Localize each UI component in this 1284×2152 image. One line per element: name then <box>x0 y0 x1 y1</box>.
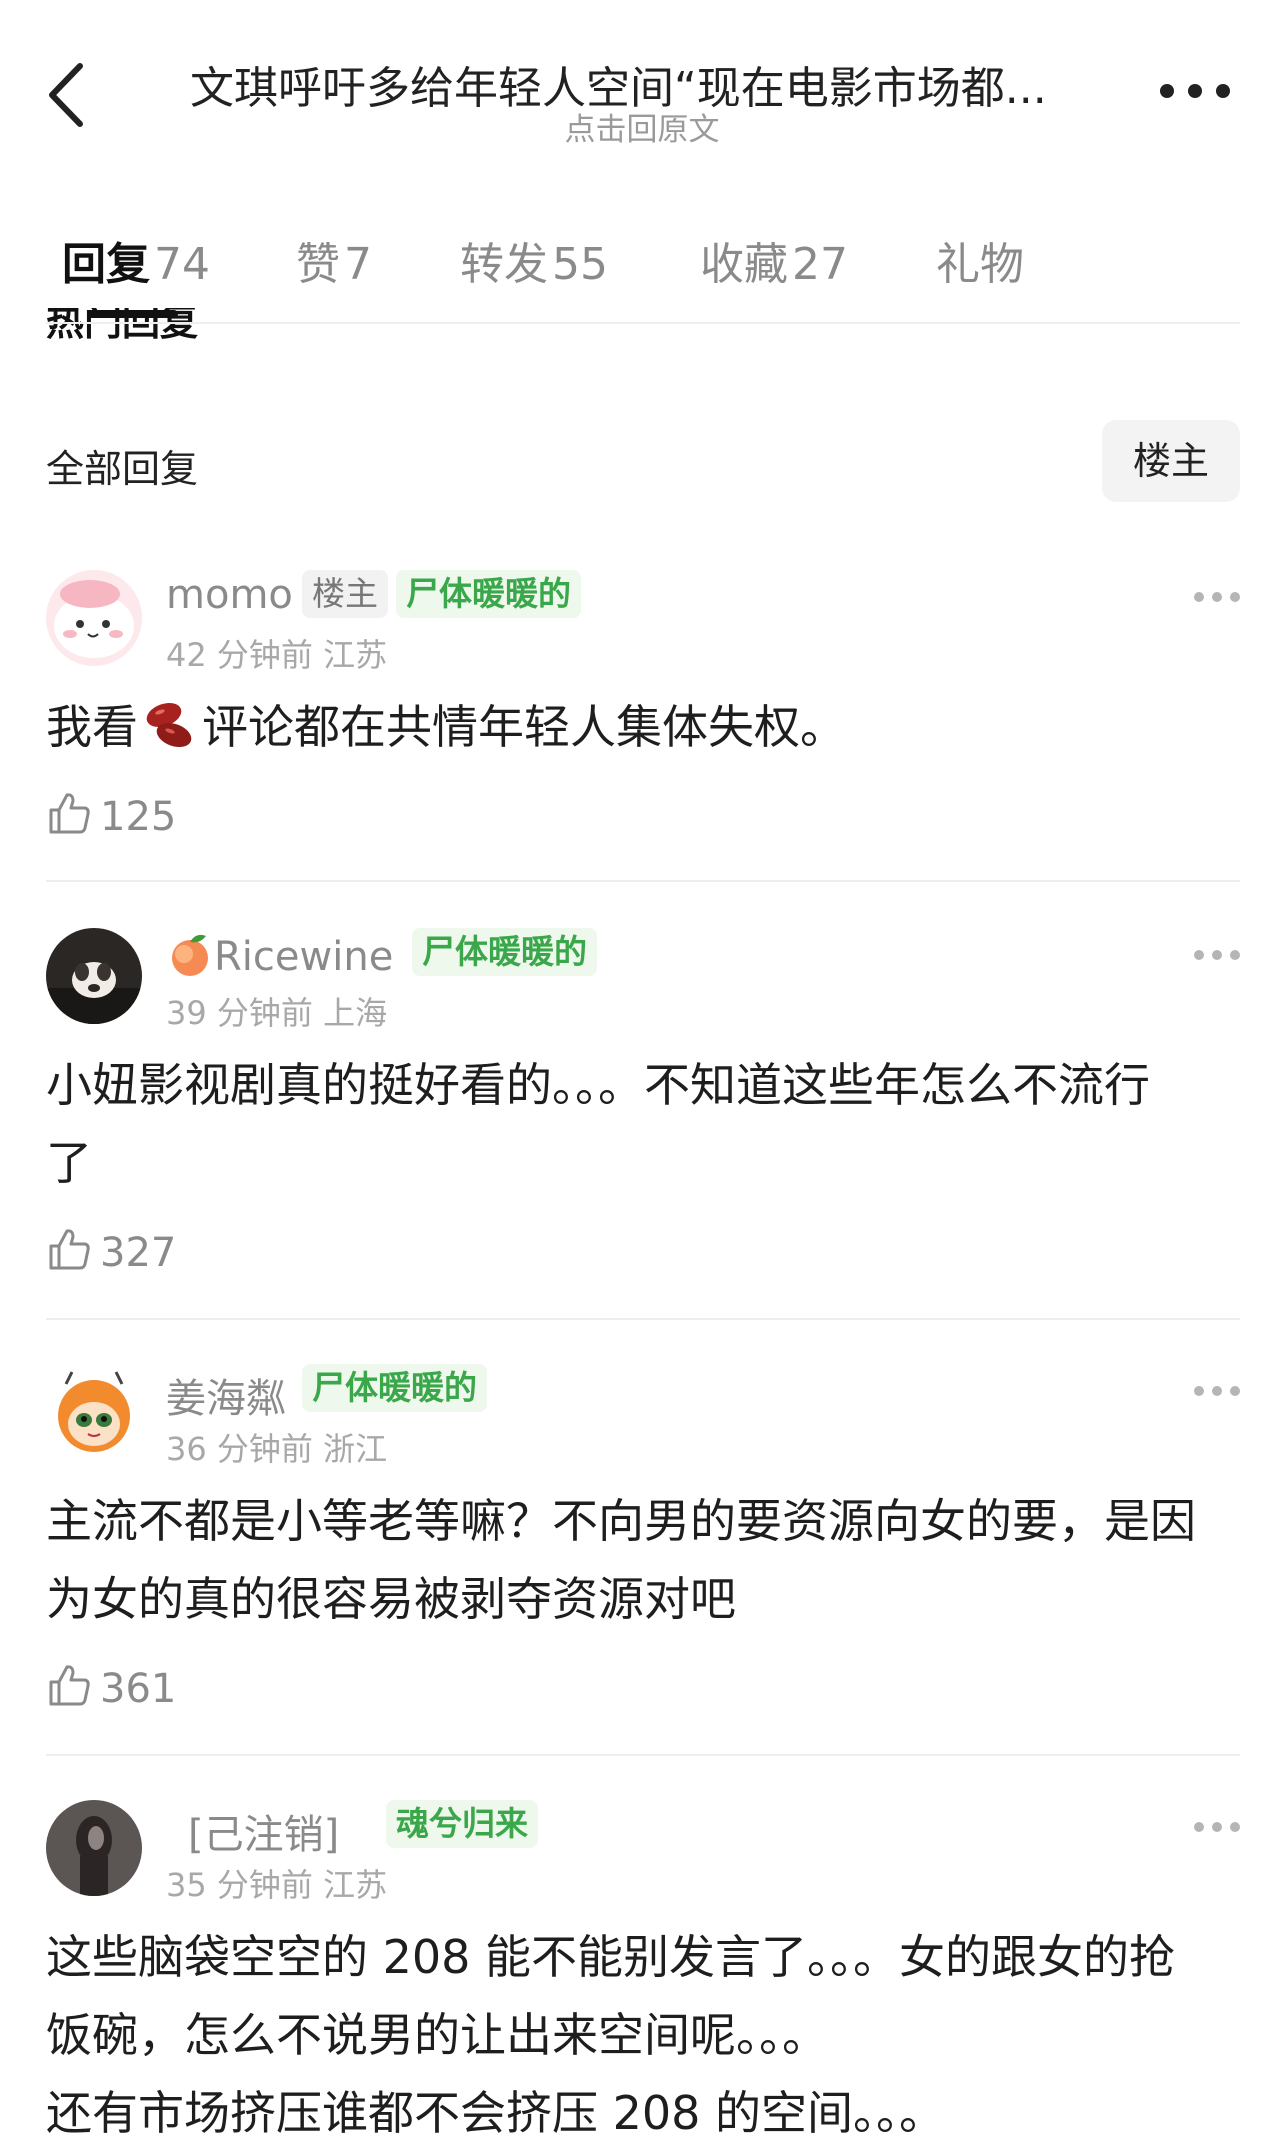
tab-label: 收藏 <box>700 239 788 290</box>
comment-time: 35 分钟前 <box>166 1866 313 1904</box>
comment-location: 上海 <box>323 994 388 1032</box>
comment-text-line: 了 <box>46 1136 92 1190</box>
interaction-tabs: 回复74 赞7 转发55 收藏27 礼物 <box>0 228 1284 318</box>
user-badge[interactable]: 尸体暖暖的 <box>396 570 581 618</box>
comment-meta: 35 分钟前 江苏 <box>166 1860 387 1906</box>
top-bar: 文琪呼吁多给年轻人空间“现在电影市场都... 点击回原文 <box>0 0 1284 160</box>
tab-label: 转发 <box>460 239 548 290</box>
tab-count: 7 <box>344 239 372 290</box>
thumbs-up-icon <box>49 1665 90 1706</box>
like-button[interactable]: 125 <box>46 790 186 840</box>
tab-count: 74 <box>154 239 210 290</box>
tab-likes[interactable]: 赞7 <box>296 228 372 292</box>
user-badge[interactable]: 尸体暖暖的 <box>412 928 597 976</box>
comment-location: 江苏 <box>323 1866 388 1904</box>
comment-location: 江苏 <box>323 636 388 674</box>
comment-time: 39 分钟前 <box>166 994 313 1032</box>
comment-text-line: 主流不都是小等老等嘛？不向男的要资源向女的要，是因 <box>46 1494 1196 1548</box>
comment-text: 主流不都是小等老等嘛？不向男的要资源向女的要，是因 为女的真的很容易被剥夺资源对… <box>46 1482 1240 1638</box>
tab-label: 赞 <box>296 239 340 290</box>
tab-replies[interactable]: 回复74 <box>62 228 210 292</box>
avatar[interactable] <box>46 570 142 666</box>
tab-reposts[interactable]: 转发55 <box>460 228 608 292</box>
thumbs-up-icon <box>49 1229 90 1270</box>
avatar[interactable] <box>46 928 142 1024</box>
comment-text: 这些脑袋空空的 208 能不能别发言了。。。女的跟女的抢 饭碗，怎么不说男的让出… <box>46 1918 1240 2152</box>
avatar[interactable] <box>46 1800 142 1896</box>
comment-text-line: 小妞影视剧真的挺好看的。。。不知道这些年怎么不流行 <box>46 1058 1150 1112</box>
tab-label: 回复 <box>62 239 150 290</box>
tab-favorites[interactable]: 收藏27 <box>700 228 848 292</box>
comment-text-part: 我看 <box>46 700 138 754</box>
thumbs-up-icon <box>49 793 90 834</box>
username[interactable]: 姜海粼 <box>166 1366 286 1424</box>
comment-meta: 36 分钟前 浙江 <box>166 1424 387 1470</box>
comment-time: 42 分钟前 <box>166 636 313 674</box>
comment-text-line: 还有市场挤压谁都不会挤压 208 的空间。。。 <box>46 2086 946 2140</box>
comment-time: 36 分钟前 <box>166 1430 313 1468</box>
like-count: 327 <box>100 1230 177 1276</box>
avatar[interactable] <box>46 1364 142 1460</box>
peach-emoji-icon <box>166 930 214 978</box>
tab-count: 27 <box>792 239 848 290</box>
comment-location: 浙江 <box>323 1430 388 1468</box>
tab-gifts[interactable]: 礼物 <box>936 228 1024 292</box>
tab-label: 礼物 <box>936 239 1024 290</box>
comment-text-line: 为女的真的很容易被剥夺资源对吧 <box>46 1572 736 1626</box>
username[interactable]: [己注销] <box>188 1802 339 1860</box>
comment-meta: 42 分钟前 江苏 <box>166 630 387 676</box>
beans-emoji-icon <box>142 697 198 753</box>
comment-more-icon[interactable] <box>1194 1386 1240 1400</box>
view-original-link[interactable]: 点击回原文 <box>0 104 1284 149</box>
comment-more-icon[interactable] <box>1194 950 1240 964</box>
divider <box>46 880 1240 882</box>
username[interactable]: momo <box>166 572 293 618</box>
comment-text-line: 这些脑袋空空的 208 能不能别发言了。。。女的跟女的抢 <box>46 1930 1176 1984</box>
user-badge[interactable]: 尸体暖暖的 <box>302 1364 487 1412</box>
like-button[interactable]: 327 <box>46 1226 186 1276</box>
divider <box>46 1318 1240 1320</box>
owner-only-filter-button[interactable]: 楼主 <box>1102 420 1240 502</box>
like-button[interactable]: 361 <box>46 1662 186 1712</box>
comment-text: 我看 评论都在共情年轻人集体失权。 <box>46 688 1240 766</box>
comment-text-part: 评论都在共情年轻人集体失权。 <box>202 700 846 754</box>
divider <box>46 322 1240 324</box>
like-count: 361 <box>100 1666 177 1712</box>
tab-count: 55 <box>552 239 608 290</box>
all-replies-heading: 全部回复 <box>46 447 199 491</box>
more-options-icon[interactable] <box>1160 78 1236 102</box>
comment-more-icon[interactable] <box>1194 592 1240 606</box>
divider <box>46 1754 1240 1756</box>
username[interactable]: Ricewine <box>166 930 393 980</box>
comment-text: 小妞影视剧真的挺好看的。。。不知道这些年怎么不流行 了 <box>46 1046 1240 1202</box>
comment-meta: 39 分钟前 上海 <box>166 988 387 1034</box>
user-badge[interactable]: 魂兮归来 <box>386 1800 538 1848</box>
comment-text-line: 饭碗，怎么不说男的让出来空间呢。。。 <box>46 2008 828 2062</box>
like-count: 125 <box>100 794 177 840</box>
active-tab-indicator <box>88 310 178 318</box>
username-text: Ricewine <box>214 934 394 980</box>
owner-tag: 楼主 <box>302 570 388 618</box>
comment-more-icon[interactable] <box>1194 1822 1240 1836</box>
